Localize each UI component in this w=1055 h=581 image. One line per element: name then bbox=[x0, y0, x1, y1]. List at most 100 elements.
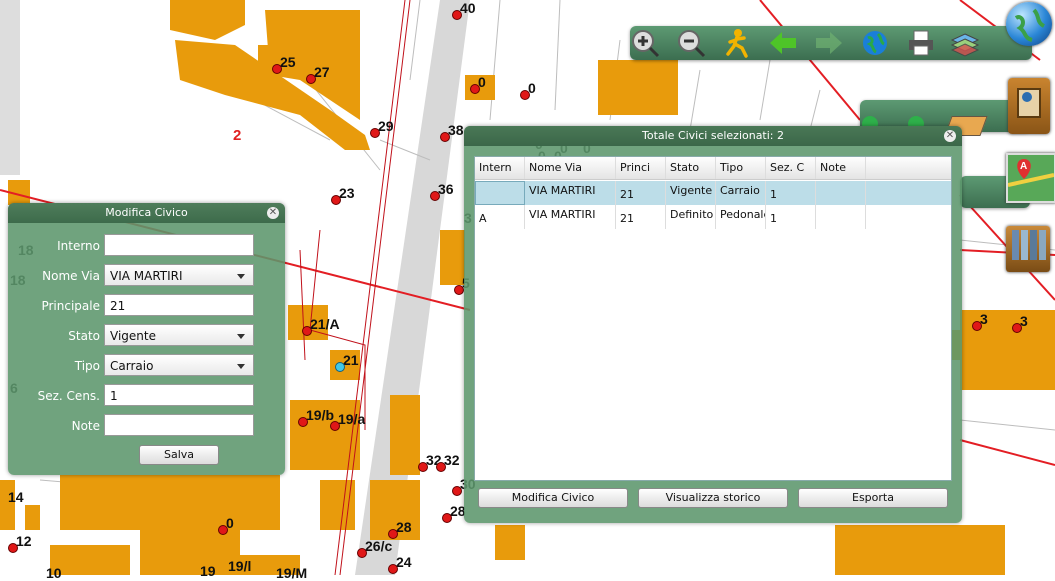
civico-marker[interactable] bbox=[388, 564, 398, 574]
tipo-select[interactable]: Carraio bbox=[104, 354, 254, 376]
interno-label: Interno bbox=[57, 239, 100, 253]
principale-label: Principale bbox=[41, 299, 100, 313]
world-globe-icon[interactable] bbox=[1006, 2, 1052, 46]
column-header-sez[interactable]: Sez. C bbox=[766, 157, 816, 179]
esporta-button[interactable]: Esporta bbox=[798, 488, 948, 508]
zoom-out-icon[interactable] bbox=[676, 28, 706, 58]
nome-via-row: Nome Via bbox=[8, 264, 100, 288]
panel-title-bar[interactable]: Modifica Civico ✕ bbox=[8, 203, 285, 223]
cell-note bbox=[816, 205, 866, 229]
globe-icon[interactable] bbox=[860, 28, 890, 58]
stato-select[interactable]: Vigente bbox=[104, 324, 254, 346]
cell-note bbox=[816, 181, 866, 205]
civici-table: Intern Nome Via Princi Stato Tipo Sez. C… bbox=[474, 156, 952, 481]
road bbox=[0, 0, 20, 175]
house-number-label: 24 bbox=[396, 554, 412, 570]
civico-marker[interactable] bbox=[306, 74, 316, 84]
zoom-in-icon[interactable] bbox=[630, 28, 660, 58]
nome-via-value: VIA MARTIRI bbox=[110, 269, 183, 283]
civico-marker[interactable] bbox=[272, 64, 282, 74]
chevron-down-icon bbox=[237, 364, 245, 369]
civico-marker[interactable] bbox=[335, 362, 345, 372]
house-number-label: 21/A bbox=[310, 316, 340, 332]
civici-selezionati-panel: Totale Civici selezionati: 2 ✕ Intern No… bbox=[464, 126, 962, 523]
civico-marker[interactable] bbox=[302, 326, 312, 336]
civico-marker[interactable] bbox=[1012, 323, 1022, 333]
note-label: Note bbox=[71, 419, 100, 433]
interno-row: Interno bbox=[8, 234, 100, 258]
column-header-tipo[interactable]: Tipo bbox=[716, 157, 766, 179]
house-number-label: 21 bbox=[343, 352, 359, 368]
civico-marker[interactable] bbox=[972, 321, 982, 331]
house-number-label: 28 bbox=[396, 519, 412, 535]
layers-icon[interactable] bbox=[950, 28, 980, 58]
table-row[interactable]: VIA MARTIRI 21 Vigente Carraio 1 bbox=[475, 181, 951, 205]
civico-marker[interactable] bbox=[331, 195, 341, 205]
interno-input[interactable] bbox=[104, 234, 254, 256]
cell-nome-via: VIA MARTIRI bbox=[525, 205, 616, 229]
stato-row: Stato bbox=[8, 324, 100, 348]
house-number-label: 19 bbox=[200, 563, 216, 579]
close-icon[interactable]: ✕ bbox=[267, 207, 279, 219]
save-button[interactable]: Salva bbox=[139, 445, 219, 465]
modifica-civico-panel: Modifica Civico ✕ Interno Nome Via VIA M… bbox=[8, 203, 285, 475]
house-number-label: 19/a bbox=[338, 411, 366, 427]
table-header: Intern Nome Via Princi Stato Tipo Sez. C… bbox=[475, 157, 951, 180]
map-pin-icon[interactable]: A bbox=[1006, 153, 1055, 203]
note-input[interactable] bbox=[104, 414, 254, 436]
civico-marker[interactable] bbox=[454, 285, 464, 295]
nome-via-select[interactable]: VIA MARTIRI bbox=[104, 264, 254, 286]
house-number-label: 32 bbox=[444, 452, 460, 468]
cell-nome-via: VIA MARTIRI bbox=[525, 181, 616, 205]
house-number-label: 23 bbox=[339, 185, 355, 201]
nome-via-label: Nome Via bbox=[42, 269, 100, 283]
civico-marker[interactable] bbox=[470, 84, 480, 94]
cell-sez: 1 bbox=[766, 205, 816, 229]
panel-title-bar[interactable]: Totale Civici selezionati: 2 ✕ bbox=[464, 126, 962, 146]
contacts-book-icon[interactable] bbox=[1008, 78, 1050, 134]
house-number-label: 12 bbox=[16, 533, 32, 549]
sez-cens-row: Sez. Cens. bbox=[8, 384, 100, 408]
print-icon[interactable] bbox=[906, 28, 936, 58]
tipo-value: Carraio bbox=[110, 359, 154, 373]
civico-marker[interactable] bbox=[440, 132, 450, 142]
cell-sez: 1 bbox=[766, 181, 816, 205]
civico-marker[interactable] bbox=[357, 548, 367, 558]
forward-arrow-icon[interactable] bbox=[814, 28, 844, 58]
stato-label: Stato bbox=[68, 329, 100, 343]
civico-marker[interactable] bbox=[8, 543, 18, 553]
principale-input[interactable]: 21 bbox=[104, 294, 254, 316]
house-number-label: 26/c bbox=[365, 538, 393, 554]
house-number-label: 40 bbox=[460, 0, 476, 16]
civico-marker[interactable] bbox=[298, 417, 308, 427]
modifica-civico-button[interactable]: Modifica Civico bbox=[478, 488, 628, 508]
sez-cens-input[interactable]: 1 bbox=[104, 384, 254, 406]
civico-marker[interactable] bbox=[330, 421, 340, 431]
cell-tipo: Pedonale bbox=[716, 205, 766, 229]
house-number-label: 19/l bbox=[228, 558, 252, 574]
civico-marker[interactable] bbox=[442, 513, 452, 523]
svg-text:A: A bbox=[1020, 161, 1027, 172]
column-header-interno[interactable]: Intern bbox=[475, 157, 525, 179]
table-row[interactable]: A VIA MARTIRI 21 Definito Pedonale 1 bbox=[475, 205, 951, 229]
sez-cens-label: Sez. Cens. bbox=[37, 389, 100, 403]
back-arrow-icon[interactable] bbox=[768, 28, 798, 58]
library-books-icon[interactable] bbox=[1006, 226, 1050, 272]
house-number-label: 19/b bbox=[306, 407, 335, 423]
civico-marker[interactable] bbox=[436, 462, 446, 472]
civico-marker[interactable] bbox=[418, 462, 428, 472]
column-header-nome-via[interactable]: Nome Via bbox=[525, 157, 616, 179]
column-header-principale[interactable]: Princi bbox=[616, 157, 666, 179]
civico-marker[interactable] bbox=[452, 10, 462, 20]
civico-marker[interactable] bbox=[452, 486, 462, 496]
civico-marker[interactable] bbox=[520, 90, 530, 100]
close-icon[interactable]: ✕ bbox=[944, 130, 956, 142]
civico-marker[interactable] bbox=[218, 525, 228, 535]
stato-value: Vigente bbox=[110, 329, 156, 343]
civico-marker[interactable] bbox=[370, 128, 380, 138]
column-header-stato[interactable]: Stato bbox=[666, 157, 716, 179]
visualizza-storico-button[interactable]: Visualizza storico bbox=[638, 488, 788, 508]
civico-marker[interactable] bbox=[430, 191, 440, 201]
column-header-note[interactable]: Note bbox=[816, 157, 866, 179]
pan-icon[interactable] bbox=[722, 28, 752, 58]
